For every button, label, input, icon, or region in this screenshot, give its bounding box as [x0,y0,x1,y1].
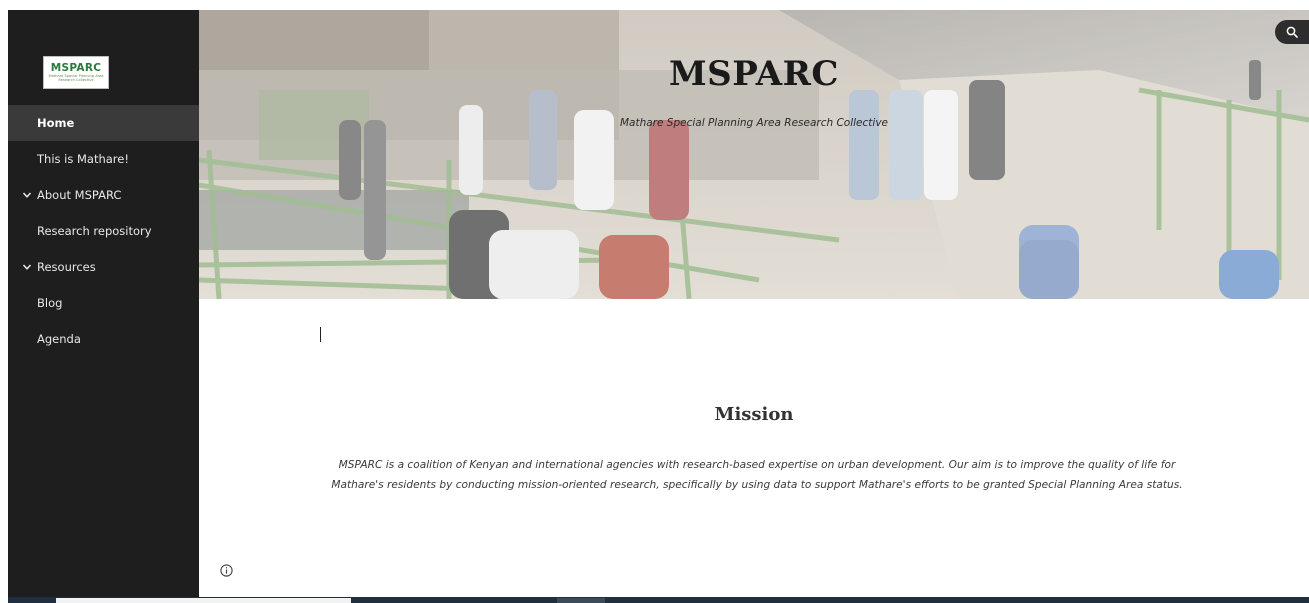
logo-subtext: Mathare Special Planning Area Research C… [48,73,104,82]
sidebar-item-home[interactable]: Home [8,105,199,141]
mission-heading: Mission [714,404,794,425]
taskbar-app-slot[interactable] [557,598,605,603]
sidebar-item-label: Blog [37,296,63,310]
site-subtitle: Mathare Special Planning Area Research C… [619,117,889,129]
hero-banner: MSPARC Mathare Special Planning Area Res… [199,10,1309,299]
sidebar-item-label: Home [37,116,75,130]
sidebar-item-label: About MSPARC [37,188,122,202]
logo-text: MSPARC [50,61,102,74]
sidebar-item-this-is-mathare[interactable]: This is Mathare! [8,141,199,177]
sidebar: MSPARC Mathare Special Planning Area Res… [8,10,199,597]
sidebar-item-about-msparc[interactable]: About MSPARC [8,177,199,213]
text-cursor [320,327,321,342]
sidebar-item-label: Resources [37,260,96,274]
sidebar-item-blog[interactable]: Blog [8,285,199,321]
sidebar-item-label: This is Mathare! [37,152,129,166]
sidebar-item-research-repository[interactable]: Research repository [8,213,199,249]
mission-text: MSPARC is a coalition of Kenyan and inte… [331,459,1183,491]
window-frame-top [0,0,1309,10]
info-icon[interactable] [220,564,233,577]
chevron-down-icon[interactable] [22,262,32,272]
taskbar-search-box[interactable] [56,598,351,603]
chevron-down-icon[interactable] [22,190,32,200]
sidebar-nav: Home This is Mathare! About MSPARC Resea… [8,105,199,357]
sidebar-item-agenda[interactable]: Agenda [8,321,199,357]
window-frame-left [0,0,8,603]
sidebar-item-label: Agenda [37,332,81,346]
site-title: MSPARC [669,54,839,94]
site-logo[interactable]: MSPARC Mathare Special Planning Area Res… [43,56,109,89]
sidebar-item-label: Research repository [37,224,152,238]
search-icon [1286,26,1298,38]
search-button[interactable] [1275,20,1309,44]
sidebar-item-resources[interactable]: Resources [8,249,199,285]
